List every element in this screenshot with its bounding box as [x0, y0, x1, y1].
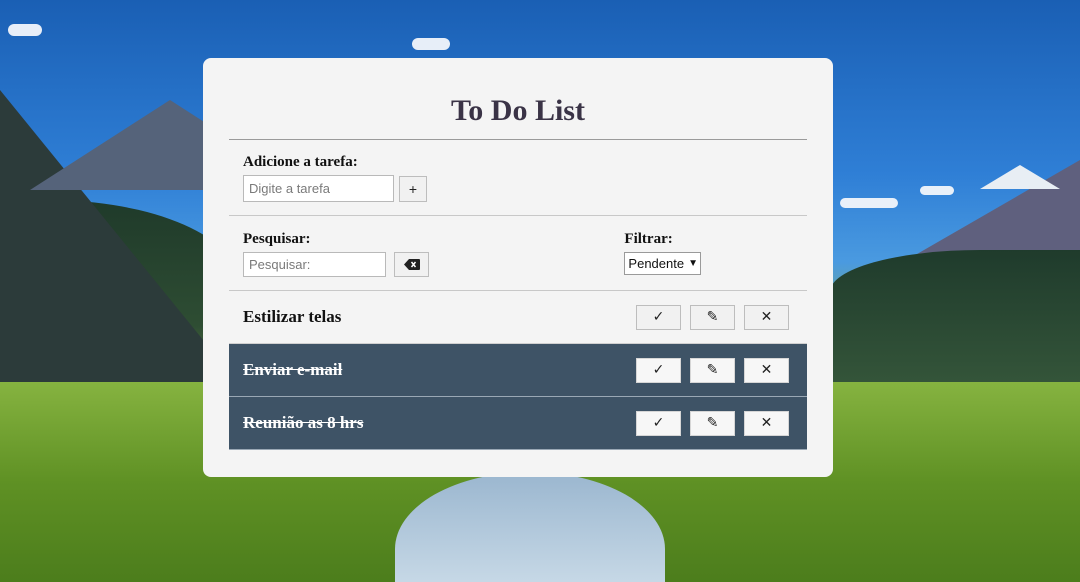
add-task-button[interactable]: +: [399, 175, 427, 202]
edit-todo-button[interactable]: ✎: [690, 304, 735, 330]
bg-cloud: [920, 186, 954, 195]
page-title: To Do List: [229, 58, 807, 140]
todo-list: Estilizar telas ✓ ✎ ✕ Enviar e-mail ✓ ✎ …: [229, 291, 807, 450]
todo-text: Reunião as 8 hrs: [243, 413, 364, 432]
bg-forest-right: [830, 250, 1080, 390]
remove-todo-button[interactable]: ✕: [744, 357, 789, 383]
filter-group: Filtrar: Pendente ▼: [624, 231, 701, 277]
todo-item: Enviar e-mail ✓ ✎ ✕: [229, 344, 807, 397]
add-task-label: Adicione a tarefa:: [243, 154, 358, 170]
remove-todo-button[interactable]: ✕: [744, 410, 789, 436]
erase-search-button[interactable]: [394, 252, 429, 277]
search-filter-section: Pesquisar: Filtrar: Pendente ▼: [229, 216, 807, 291]
task-input[interactable]: [243, 175, 394, 202]
finish-todo-button[interactable]: ✓: [636, 304, 681, 330]
edit-todo-button[interactable]: ✎: [690, 357, 735, 383]
pencil-icon: ✎: [706, 362, 719, 378]
bg-cloud: [840, 198, 898, 208]
close-icon: ✕: [760, 362, 773, 378]
search-label: Pesquisar:: [243, 231, 311, 247]
search-group: Pesquisar:: [243, 231, 429, 277]
pencil-icon: ✎: [706, 415, 719, 431]
filter-label: Filtrar:: [624, 231, 673, 247]
chevron-down-icon: ▼: [688, 258, 698, 269]
finish-todo-button[interactable]: ✓: [636, 357, 681, 383]
remove-todo-button[interactable]: ✕: [744, 304, 789, 330]
check-icon: ✓: [652, 309, 665, 325]
bg-snow-cap: [980, 165, 1060, 189]
filter-select[interactable]: Pendente ▼: [624, 252, 701, 275]
filter-selected-value: Pendente: [628, 256, 685, 271]
todo-card: To Do List Adicione a tarefa: + Pesquisa…: [203, 58, 833, 477]
check-icon: ✓: [652, 415, 665, 431]
todo-text: Enviar e-mail: [243, 360, 343, 379]
edit-todo-button[interactable]: ✎: [690, 410, 735, 436]
pencil-icon: ✎: [706, 309, 719, 325]
add-task-section: Adicione a tarefa: +: [229, 140, 807, 216]
bg-cloud: [8, 24, 42, 36]
todo-item: Reunião as 8 hrs ✓ ✎ ✕: [229, 397, 807, 450]
close-icon: ✕: [760, 415, 773, 431]
bg-cloud: [412, 38, 450, 50]
todo-item: Estilizar telas ✓ ✎ ✕: [229, 291, 807, 344]
finish-todo-button[interactable]: ✓: [636, 410, 681, 436]
todo-text: Estilizar telas: [243, 307, 342, 326]
search-input[interactable]: [243, 252, 386, 277]
backspace-icon: [403, 259, 420, 270]
close-icon: ✕: [760, 309, 773, 325]
check-icon: ✓: [652, 362, 665, 378]
